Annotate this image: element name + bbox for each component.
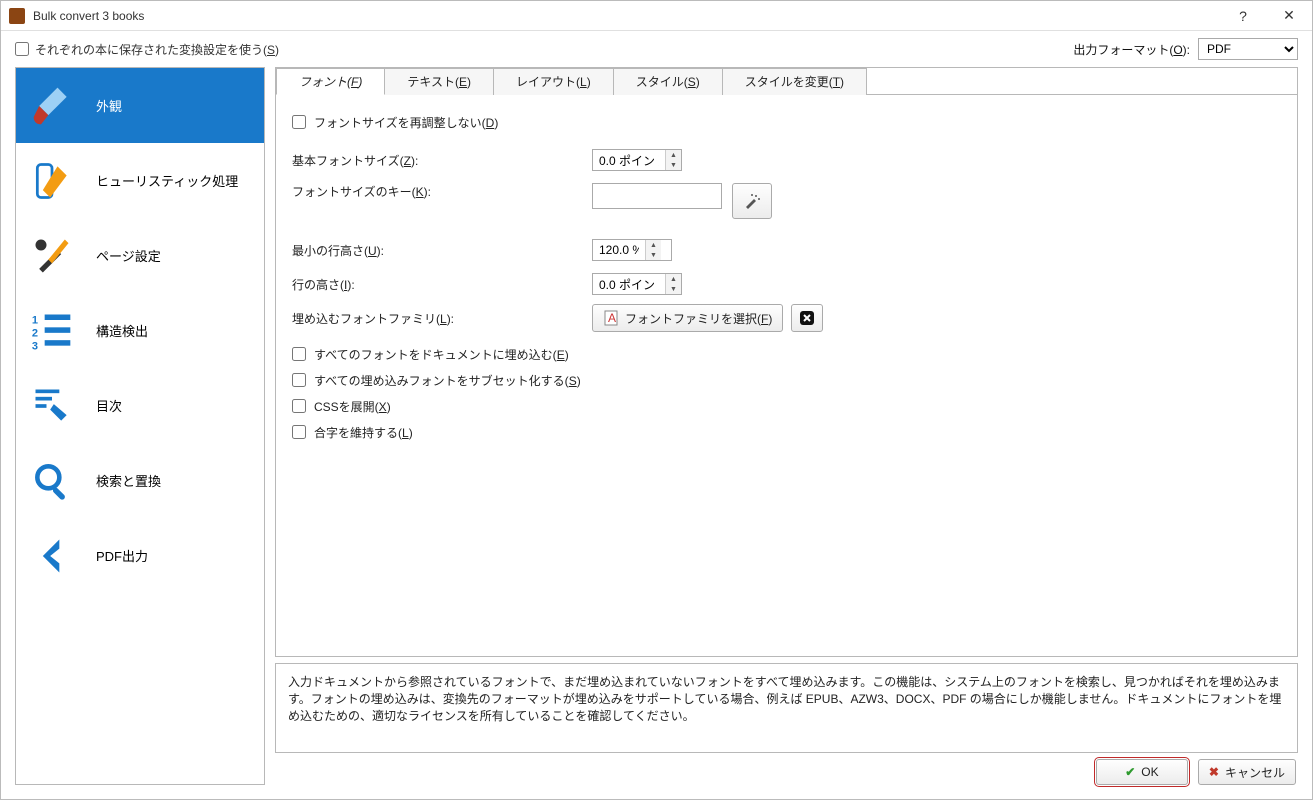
spin-up-icon: ▲: [666, 150, 681, 160]
subset-fonts-checkbox[interactable]: すべての埋め込みフォントをサブセット化する(S): [292, 367, 1281, 393]
titlebar: Bulk convert 3 books ? ✕: [1, 1, 1312, 31]
use-saved-settings-checkbox[interactable]: それぞれの本に保存された変換設定を使う(S): [15, 41, 279, 58]
use-saved-settings-input[interactable]: [15, 42, 29, 56]
magnifier-icon: [28, 457, 76, 505]
sidebar-item-structure[interactable]: 123 構造検出: [16, 293, 264, 368]
font-size-key-input[interactable]: [592, 183, 722, 209]
tab-body: フォントサイズを再調整しない(D) 基本フォントサイズ(Z): ▲▼ フォントサ…: [276, 94, 1297, 656]
x-icon: ✖: [1209, 765, 1219, 779]
tab-change-style[interactable]: スタイルを変更(T): [722, 68, 867, 95]
svg-text:A: A: [608, 311, 616, 325]
window-title: Bulk convert 3 books: [33, 9, 1220, 23]
main-area: 外観 ヒューリスティック処理 ページ設定 123 構造検出: [1, 67, 1312, 799]
expand-css-checkbox[interactable]: CSSを展開(X): [292, 393, 1281, 419]
choose-font-family-button[interactable]: A フォントファミリを選択(F): [592, 304, 783, 332]
wizard-button[interactable]: [732, 183, 772, 219]
ok-button[interactable]: ✔ OK: [1096, 759, 1188, 785]
tab-text[interactable]: テキスト(E): [384, 68, 494, 95]
tab-style[interactable]: スタイル(S): [613, 68, 723, 95]
output-format-select[interactable]: PDF: [1198, 38, 1298, 60]
svg-text:2: 2: [32, 327, 38, 339]
embed-family-label: 埋め込むフォントファミリ(L):: [292, 310, 592, 327]
tab-bar: フォント(F) テキスト(E) レイアウト(L) スタイル(S) スタイルを変更…: [276, 68, 1297, 95]
font-size-key-label: フォントサイズのキー(K):: [292, 183, 592, 200]
brush-icon: [28, 82, 76, 130]
pencil-ruler-icon: [28, 157, 76, 205]
clear-font-family-button[interactable]: [791, 304, 823, 332]
help-button[interactable]: ?: [1220, 1, 1266, 31]
output-format-label: 出力フォーマット(O):: [1073, 41, 1190, 58]
font-file-icon: A: [603, 310, 619, 326]
dialog-window: Bulk convert 3 books ? ✕ それぞれの本に保存された変換設…: [0, 0, 1313, 800]
min-line-height-spinner[interactable]: ▲▼: [592, 239, 672, 261]
tab-panel: フォント(F) テキスト(E) レイアウト(L) スタイル(S) スタイルを変更…: [275, 67, 1298, 657]
sidebar-item-look-feel[interactable]: 外観: [16, 68, 264, 143]
check-icon: ✔: [1125, 765, 1135, 779]
keep-ligatures-checkbox[interactable]: 合字を維持する(L): [292, 419, 1281, 445]
no-rescale-checkbox[interactable]: フォントサイズを再調整しない(D): [292, 109, 1281, 135]
clear-x-icon: [799, 310, 815, 326]
help-text: 入力ドキュメントから参照されているフォントで、まだ埋め込まれていないフォントをす…: [275, 663, 1298, 753]
footer: ✔ OK ✖ キャンセル: [275, 759, 1298, 785]
tools-icon: [28, 232, 76, 280]
tab-font[interactable]: フォント(F): [276, 68, 385, 95]
spin-down-icon: ▼: [666, 160, 681, 170]
sidebar-item-toc[interactable]: 目次: [16, 368, 264, 443]
app-icon: [9, 8, 25, 24]
sidebar-item-search-replace[interactable]: 検索と置換: [16, 443, 264, 518]
header-row: それぞれの本に保存された変換設定を使う(S) 出力フォーマット(O): PDF: [1, 31, 1312, 67]
cancel-button[interactable]: ✖ キャンセル: [1198, 759, 1296, 785]
magic-wand-icon: [744, 193, 760, 209]
line-height-spinner[interactable]: ▲▼: [592, 273, 682, 295]
sidebar-item-pdf-output[interactable]: PDF出力: [16, 518, 264, 593]
toc-pointer-icon: [28, 382, 76, 430]
embed-all-fonts-checkbox[interactable]: すべてのフォントをドキュメントに埋め込む(E): [292, 341, 1281, 367]
svg-text:3: 3: [32, 340, 38, 352]
svg-text:1: 1: [32, 314, 38, 326]
line-height-label: 行の高さ(I):: [292, 276, 592, 293]
close-button[interactable]: ✕: [1266, 1, 1312, 31]
sidebar-item-heuristic[interactable]: ヒューリスティック処理: [16, 143, 264, 218]
chevron-left-icon: [28, 532, 76, 580]
min-line-height-label: 最小の行高さ(U):: [292, 242, 592, 259]
sidebar: 外観 ヒューリスティック処理 ページ設定 123 構造検出: [15, 67, 265, 785]
tab-layout[interactable]: レイアウト(L): [493, 68, 614, 95]
base-font-size-spinner[interactable]: ▲▼: [592, 149, 682, 171]
right-column: フォント(F) テキスト(E) レイアウト(L) スタイル(S) スタイルを変更…: [275, 67, 1298, 785]
sidebar-item-page-setup[interactable]: ページ設定: [16, 218, 264, 293]
numbered-list-icon: 123: [28, 307, 76, 355]
base-font-size-label: 基本フォントサイズ(Z):: [292, 152, 592, 169]
